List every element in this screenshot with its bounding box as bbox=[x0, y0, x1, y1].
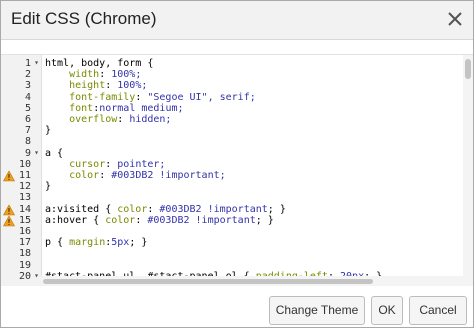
dialog-title: Edit CSS (Chrome) bbox=[11, 9, 157, 28]
dialog-titlebar: Edit CSS (Chrome) bbox=[1, 1, 473, 40]
code-line[interactable]: } bbox=[45, 180, 51, 194]
vertical-scrollbar[interactable] bbox=[463, 55, 473, 286]
line-number-text: 20 bbox=[18, 270, 31, 282]
vertical-scrollbar-thumb[interactable] bbox=[465, 59, 471, 79]
fold-arrow-icon[interactable]: ▾ bbox=[34, 148, 39, 157]
code-area[interactable]: html, body, form { width: 100%; height: … bbox=[45, 55, 463, 286]
fold-arrow-icon[interactable]: ▾ bbox=[34, 58, 39, 67]
line-number-gutter: 1 ▾ 2 3 4 5 6 7 8 9 ▾ 10! 11 12 13! 14! 15 16 17 18 19 20 ▾ bbox=[1, 55, 42, 286]
fold-arrow-icon[interactable]: ▾ bbox=[34, 271, 39, 280]
cancel-button[interactable]: Cancel bbox=[409, 296, 467, 325]
code-line[interactable]: color: #003DB2 !important; bbox=[45, 169, 226, 183]
horizontal-scrollbar-thumb[interactable] bbox=[43, 279, 373, 284]
change-theme-button[interactable]: Change Theme bbox=[269, 296, 365, 325]
line-number: 20 ▾ bbox=[1, 270, 41, 284]
edit-css-dialog: Edit CSS (Chrome) 1 ▾ 2 3 4 5 6 7 8 9 ▾ 10! 11 12 13! 1… bbox=[0, 0, 474, 328]
code-line[interactable]: } bbox=[45, 124, 51, 138]
ok-button[interactable]: OK bbox=[371, 296, 403, 325]
code-line[interactable]: a:hover { color: #003DB2 !important; } bbox=[45, 214, 274, 228]
css-code-editor[interactable]: 1 ▾ 2 3 4 5 6 7 8 9 ▾ 10! 11 12 13! 14! 15 16 17 18 19 20 ▾ ht… bbox=[1, 54, 473, 286]
code-line[interactable]: overflow: hidden; bbox=[45, 113, 171, 127]
code-line[interactable]: p { margin:5px; } bbox=[45, 236, 147, 250]
horizontal-scrollbar[interactable] bbox=[41, 276, 463, 286]
close-icon[interactable] bbox=[444, 8, 466, 30]
